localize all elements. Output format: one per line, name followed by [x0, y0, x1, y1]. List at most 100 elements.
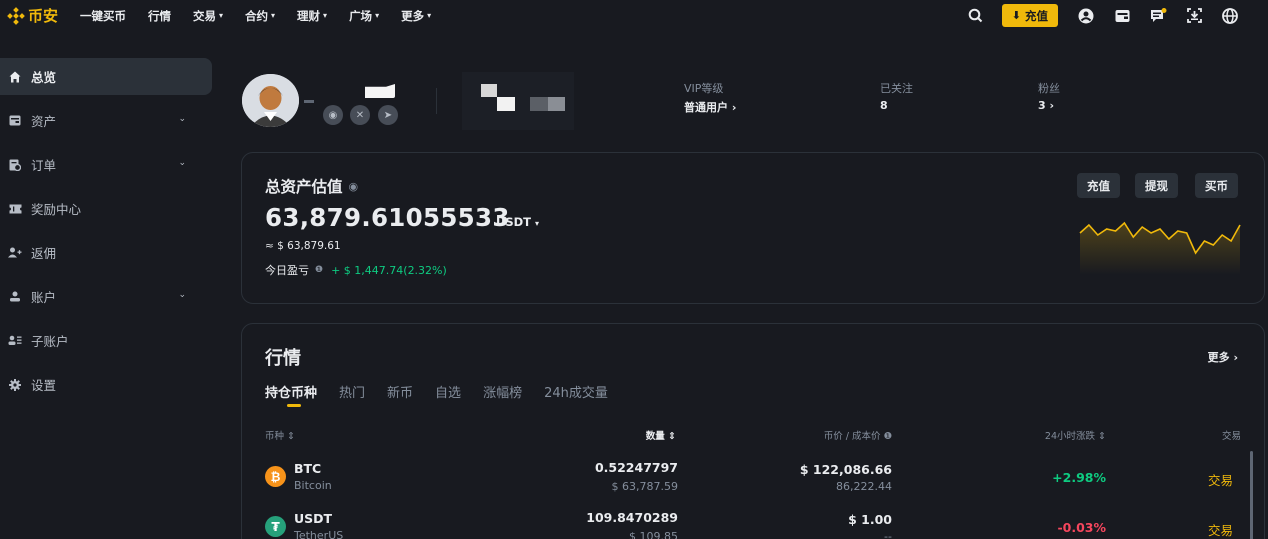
- redacted-name: [304, 100, 314, 103]
- following-count[interactable]: 已关注 8: [880, 80, 913, 112]
- sidebar-item-orders[interactable]: 订单 ⌄: [0, 146, 212, 183]
- coin-cost: 86,222.44: [836, 480, 892, 493]
- nav-item-buy-crypto[interactable]: 一键买币: [80, 8, 126, 24]
- x-twitter-icon[interactable]: ✕: [350, 105, 370, 125]
- sidebar-item-account[interactable]: 账户 ⌄: [0, 278, 212, 315]
- chevron-down-icon: ▾: [219, 11, 224, 20]
- chevron-down-icon: ▾: [323, 11, 328, 20]
- home-icon: [8, 70, 22, 84]
- coin-name: TetherUS: [294, 529, 344, 539]
- chevron-down-icon: ⌄: [178, 158, 186, 168]
- logo-text: 币安: [28, 7, 59, 25]
- tab-volume[interactable]: 24h成交量: [544, 382, 608, 401]
- withdraw-button[interactable]: 提现: [1135, 173, 1178, 198]
- nav-item-markets[interactable]: 行情: [148, 8, 171, 24]
- table-row[interactable]: ₮ USDT TetherUS 109.8470289 $ 109.85 $ 1…: [242, 508, 1266, 539]
- tab-new[interactable]: 新币: [387, 382, 413, 401]
- coin-cost: --: [884, 530, 892, 539]
- followers-count[interactable]: 粉丝 3 ›: [1038, 80, 1060, 112]
- deposit-button[interactable]: 充值: [1077, 173, 1120, 198]
- binance-logo-icon: [7, 6, 25, 25]
- chevron-down-icon: ⌄: [178, 290, 186, 300]
- nav-item-trade[interactable]: 交易 ▾: [193, 8, 223, 24]
- coin-symbol: BTC: [294, 461, 322, 476]
- trade-link[interactable]: 交易: [1208, 520, 1233, 539]
- sidebar: 总览 资产 ⌄ 订单 ⌄ 奖励中心 返佣 账户 ⌄ 子账户 设置: [0, 58, 212, 410]
- nav-item-earn[interactable]: 理财 ▾: [297, 8, 327, 24]
- usd-equivalent: ≈ $ 63,879.61: [265, 240, 341, 252]
- header-qty[interactable]: 数量 ⇕: [646, 428, 676, 442]
- sidebar-item-settings[interactable]: 设置: [0, 366, 212, 403]
- market-card: 行情 更多 › 持仓币种 热门 新币 自选 涨幅榜 24h成交量 币种 ⇕ 数量…: [241, 323, 1265, 539]
- asset-overview-card: 总资产估值 ◉ 63,879.61055533 USDT ▾ ≈ $ 63,87…: [241, 152, 1265, 304]
- nav-item-more[interactable]: 更多 ▾: [401, 8, 431, 24]
- currency-select[interactable]: USDT ▾: [496, 215, 539, 229]
- binance-logo[interactable]: 币安: [7, 5, 58, 26]
- tab-holdings[interactable]: 持仓币种: [265, 382, 317, 407]
- sidebar-item-assets[interactable]: 资产 ⌄: [0, 102, 212, 139]
- tab-hot[interactable]: 热门: [339, 382, 365, 401]
- wallet-icon[interactable]: [1112, 6, 1132, 26]
- telegram-icon[interactable]: ➤: [378, 105, 398, 125]
- coin-name: Bitcoin: [294, 479, 332, 492]
- market-tabs: 持仓币种 热门 新币 自选 涨幅榜 24h成交量: [265, 382, 630, 407]
- message-icon[interactable]: [1148, 6, 1168, 26]
- coin-quantity-usd: $ 63,787.59: [611, 480, 678, 493]
- market-title: 行情: [265, 348, 301, 369]
- table-row[interactable]: ₿ BTC Bitcoin 0.52247797 $ 63,787.59 $ 1…: [242, 458, 1266, 502]
- coin-quantity-usd: $ 109.85: [629, 530, 678, 539]
- eye-icon[interactable]: ◉: [323, 105, 343, 125]
- chevron-right-icon: ›: [1049, 99, 1055, 112]
- download-icon[interactable]: [1184, 6, 1204, 26]
- sidebar-item-referral[interactable]: 返佣: [0, 234, 212, 271]
- redacted-username: [365, 84, 395, 98]
- nav-item-square[interactable]: 广场 ▾: [349, 8, 379, 24]
- header-change[interactable]: 24小时涨跌 ⇕: [1045, 428, 1106, 442]
- trade-link[interactable]: 交易: [1208, 470, 1233, 489]
- tether-icon: ₮: [265, 516, 286, 537]
- nav-right: ⬇ 充值: [966, 0, 1268, 31]
- eye-icon[interactable]: ◉: [349, 180, 359, 193]
- gear-icon: [8, 378, 22, 392]
- info-icon[interactable]: ❶: [315, 265, 323, 275]
- coin-price: $ 1.00: [848, 512, 892, 527]
- nav-item-futures[interactable]: 合约 ▾: [245, 8, 275, 24]
- top-nav: 币安 一键买币 行情 交易 ▾ 合约 ▾ 理财 ▾ 广场 ▾ 更多 ▾ ⬇ 充值: [0, 0, 1268, 31]
- deposit-button[interactable]: ⬇ 充值: [1001, 4, 1058, 27]
- sidebar-item-sub-accounts[interactable]: 子账户: [0, 322, 212, 359]
- asset-sparkline: [1079, 221, 1241, 275]
- coin-price: $ 122,086.66: [799, 462, 892, 477]
- divider: [436, 88, 437, 114]
- chevron-down-icon: ▾: [427, 11, 432, 20]
- sidebar-item-overview[interactable]: 总览: [0, 58, 212, 95]
- tab-favorites[interactable]: 自选: [435, 382, 461, 401]
- profile-header: ◉ ✕ ➤ VIP等级 普通用户 › 已关注 8 粉丝 3 ›: [240, 72, 1260, 130]
- globe-icon[interactable]: [1220, 6, 1240, 26]
- coin-change: +2.98%: [1052, 470, 1106, 485]
- search-icon[interactable]: [966, 6, 986, 26]
- chevron-down-icon: ⌄: [178, 114, 186, 124]
- scrollbar[interactable]: [1250, 451, 1253, 539]
- download-icon: ⬇: [1011, 9, 1021, 22]
- chevron-down-icon: ▾: [375, 11, 380, 20]
- vip-level[interactable]: VIP等级 普通用户 ›: [684, 80, 736, 115]
- sidebar-item-rewards[interactable]: 奖励中心: [0, 190, 212, 227]
- asset-title: 总资产估值: [265, 178, 343, 196]
- user-plus-icon: [8, 246, 22, 260]
- tab-gainers[interactable]: 涨幅榜: [483, 382, 522, 401]
- header-price[interactable]: 币价 / 成本价 ❶: [824, 428, 892, 442]
- pnl-value: + $ 1,447.74(2.32%): [331, 263, 447, 277]
- theme-icon[interactable]: [1256, 6, 1268, 26]
- today-pnl: 今日盈亏 ❶ + $ 1,447.74(2.32%): [265, 263, 447, 278]
- user-icon[interactable]: [1076, 6, 1096, 26]
- coin-symbol: USDT: [294, 511, 333, 526]
- coin-change: -0.03%: [1057, 520, 1106, 535]
- more-link[interactable]: 更多 ›: [1208, 349, 1238, 365]
- header-coin[interactable]: 币种 ⇕: [265, 428, 295, 442]
- buy-crypto-button[interactable]: 买币: [1195, 173, 1238, 198]
- sub-account-icon: [8, 334, 22, 348]
- total-asset-value: 63,879.61055533: [265, 203, 510, 232]
- header-trade: 交易: [1221, 431, 1241, 442]
- chevron-down-icon: ▾: [535, 219, 540, 228]
- avatar[interactable]: [242, 74, 299, 127]
